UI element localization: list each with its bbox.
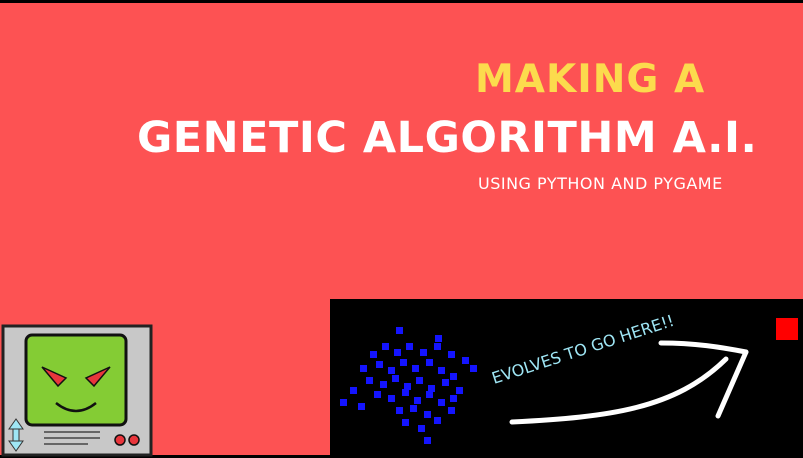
population-dot [428,385,435,392]
thumbnail-frame: MAKING A GENETIC ALGORITHM A.I. USING PY… [0,0,803,458]
population-dot [404,383,411,390]
population-dot [438,367,445,374]
population-dot [382,343,389,350]
population-dot [442,379,449,386]
population-dot [462,357,469,364]
population-dot [374,391,381,398]
population-dot [416,377,423,384]
population-dot [414,397,421,404]
population-dot [424,411,431,418]
population-dot [450,395,457,402]
population-dot [450,373,457,380]
population-dot [426,391,433,398]
population-dot [402,419,409,426]
population-dot [420,349,427,356]
population-dot [350,387,357,394]
population-dot [448,351,455,358]
robot-icon [1,324,153,457]
population-dot [426,359,433,366]
population-dot [435,335,442,342]
population-dot [370,351,377,358]
population-dot [396,407,403,414]
population-dot [396,327,403,334]
population-dot [340,399,347,406]
subtitle: USING PYTHON AND PYGAME [478,174,723,193]
population-dot [366,377,373,384]
population-dot [402,389,409,396]
population-dot [406,343,413,350]
population-dot [434,343,441,350]
population-dot [388,367,395,374]
population-dot [392,375,399,382]
population-dot [388,395,395,402]
population-dot [470,365,477,372]
population-dot [456,387,463,394]
goal-square-icon [776,318,798,340]
population-dot [358,403,365,410]
population-dot [410,405,417,412]
population-dot [418,425,425,432]
population-dot [434,417,441,424]
population-dot [360,365,367,372]
population-dot [412,365,419,372]
title-line-2: GENETIC ALGORITHM A.I. [137,113,758,163]
thumbnail-canvas: MAKING A GENETIC ALGORITHM A.I. USING PY… [0,3,803,458]
simulation-panel: EVOLVES TO GO HERE!! [330,299,803,458]
title-line-1: MAKING A [475,57,706,102]
population-dot [438,399,445,406]
population-dot [380,381,387,388]
population-dot [448,407,455,414]
population-dot [400,359,407,366]
population-dot [394,349,401,356]
population-dot [376,361,383,368]
population-dot [424,437,431,444]
